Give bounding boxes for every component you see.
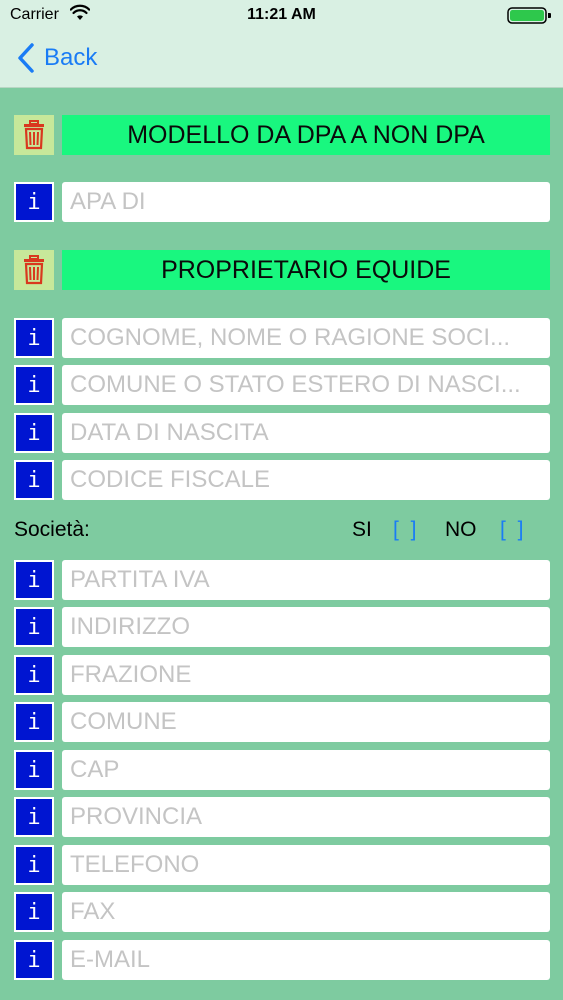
societa-row: Società: SI [ ] NO [ ] — [0, 518, 563, 546]
info-button[interactable]: i — [14, 318, 54, 358]
province-field[interactable] — [62, 797, 550, 837]
tax-code-field[interactable] — [62, 460, 550, 500]
info-button[interactable]: i — [14, 845, 54, 885]
info-button[interactable]: i — [14, 655, 54, 695]
societa-label: Società: — [14, 518, 90, 541]
info-button[interactable]: i — [14, 413, 54, 453]
no-checkbox[interactable]: [ ] — [500, 518, 527, 542]
section-title: MODELLO DA DPA A NON DPA — [62, 115, 550, 155]
si-checkbox[interactable]: [ ] — [393, 518, 420, 542]
info-button[interactable]: i — [14, 797, 54, 837]
fax-field[interactable] — [62, 892, 550, 932]
section-title: PROPRIETARIO EQUIDE — [62, 250, 550, 290]
info-button[interactable]: i — [14, 365, 54, 405]
si-label: SI — [352, 518, 372, 541]
clock: 11:21 AM — [247, 6, 316, 23]
info-button[interactable]: i — [14, 182, 54, 222]
battery-icon — [507, 7, 551, 24]
trash-icon — [24, 255, 44, 285]
address-field[interactable] — [62, 607, 550, 647]
back-button[interactable]: Back — [14, 41, 97, 75]
back-label: Back — [44, 44, 98, 71]
trash-icon — [24, 120, 44, 150]
birthdate-field[interactable] — [62, 413, 550, 453]
info-button[interactable]: i — [14, 560, 54, 600]
delete-section-button[interactable] — [14, 250, 54, 290]
info-button[interactable]: i — [14, 702, 54, 742]
owner-name-field[interactable] — [62, 318, 550, 358]
chevron-left-icon — [18, 43, 34, 73]
info-button[interactable]: i — [14, 892, 54, 932]
status-bar: Carrier 11:21 AM — [0, 0, 563, 30]
birthplace-field[interactable] — [62, 365, 550, 405]
no-label: NO — [445, 518, 477, 541]
phone-field[interactable] — [62, 845, 550, 885]
municipality-field[interactable] — [62, 702, 550, 742]
email-field[interactable] — [62, 940, 550, 980]
info-button[interactable]: i — [14, 460, 54, 500]
delete-section-button[interactable] — [14, 115, 54, 155]
apa-field[interactable] — [62, 182, 550, 222]
info-button[interactable]: i — [14, 607, 54, 647]
vat-field[interactable] — [62, 560, 550, 600]
postal-code-field[interactable] — [62, 750, 550, 790]
info-button[interactable]: i — [14, 750, 54, 790]
navigation-bar: Back — [0, 30, 563, 88]
hamlet-field[interactable] — [62, 655, 550, 695]
info-button[interactable]: i — [14, 940, 54, 980]
